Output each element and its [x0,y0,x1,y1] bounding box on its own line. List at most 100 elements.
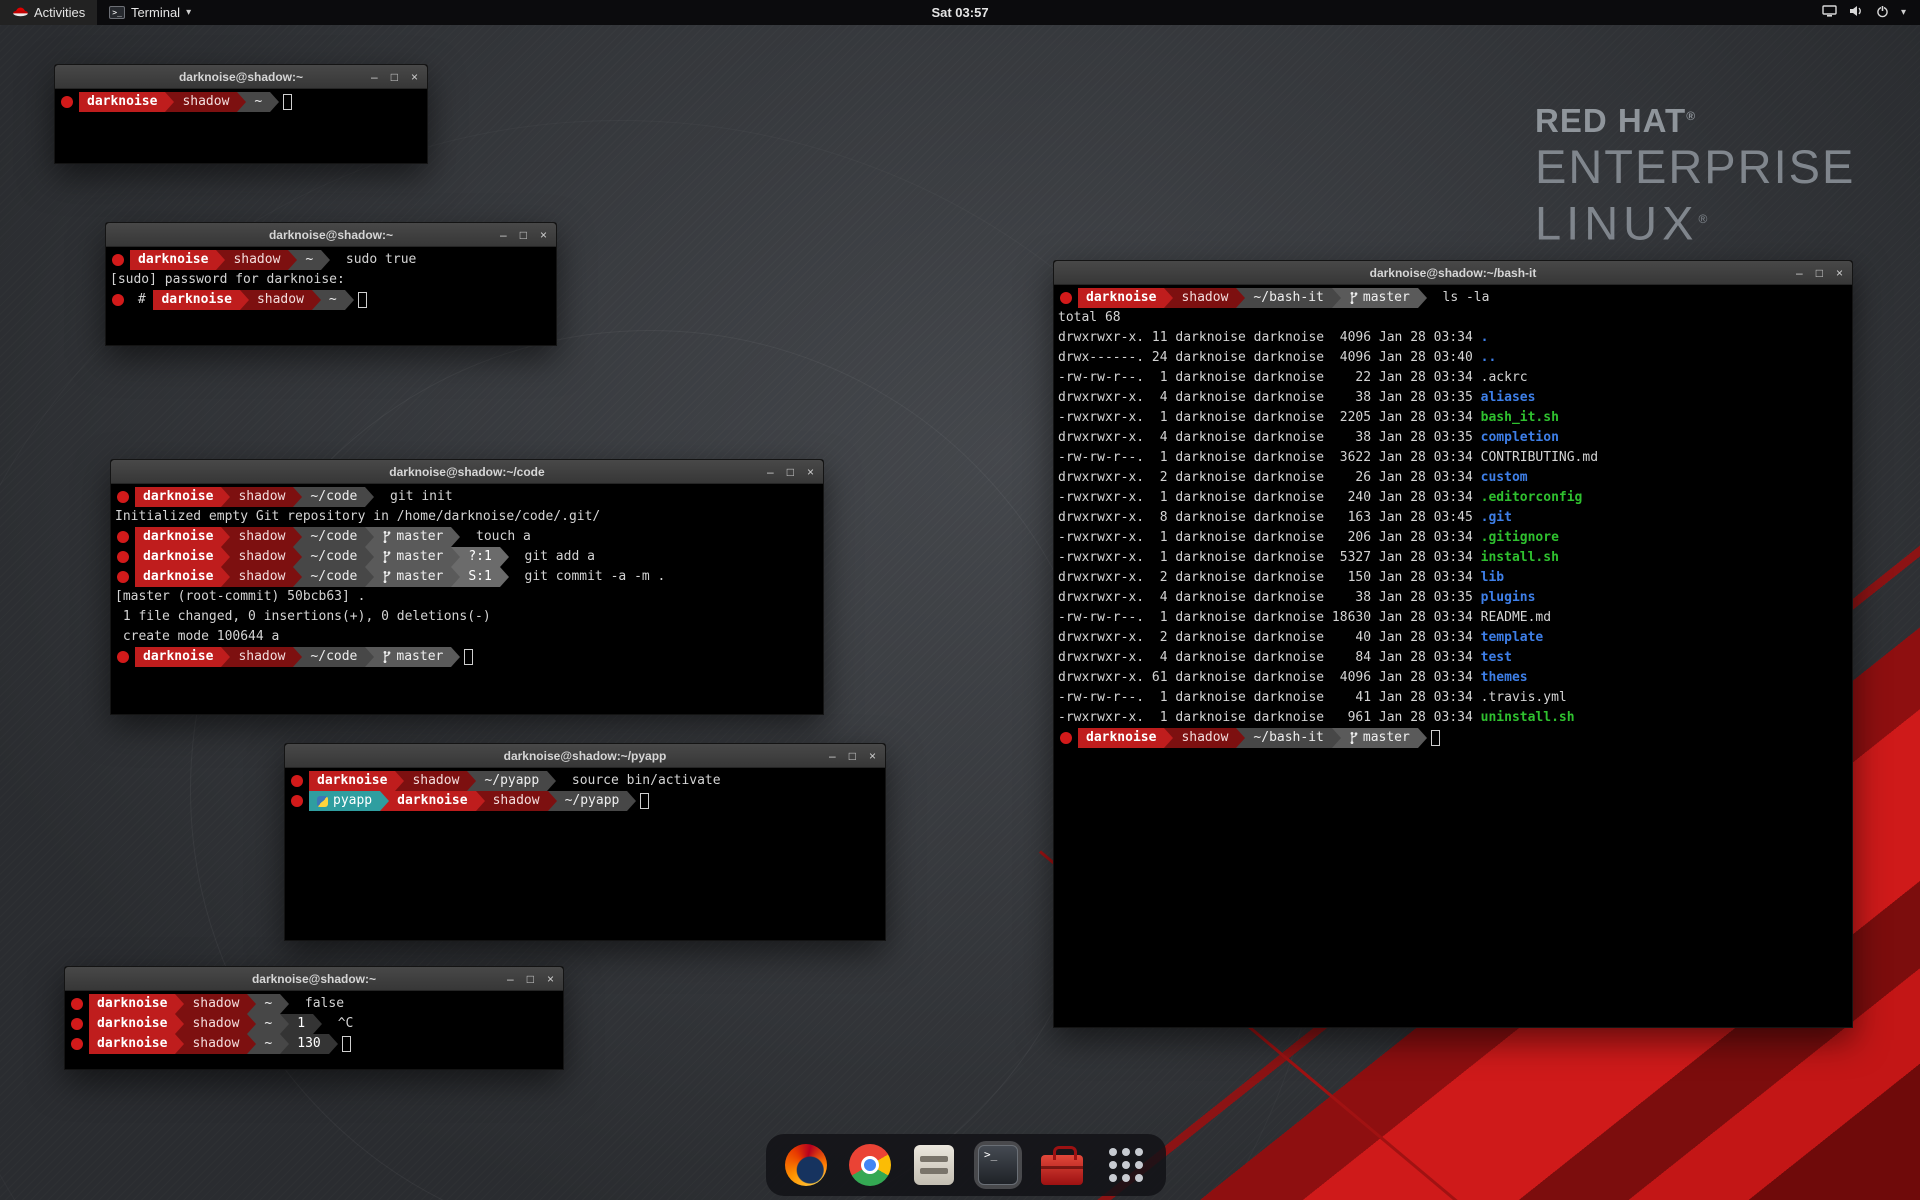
file-cabinet-icon [914,1145,954,1185]
prompt-path-segment: ~/code [302,527,365,547]
minimize-button[interactable]: – [507,973,514,985]
window-title: darknoise@shadow:~/pyapp [504,749,667,763]
terminal-text: .travis.yml [1481,688,1567,708]
firefox-logo-icon [785,1144,827,1186]
system-status-menu[interactable]: ▾ [1808,0,1920,25]
terminal-body[interactable]: darknoiseshadow~ sudo true[sudo] passwor… [106,247,556,313]
terminal-text: .gitignore [1481,528,1559,548]
terminal-body[interactable]: darknoiseshadow~/bash-itmaster ls -latot… [1054,285,1852,751]
firefox-launcher-icon[interactable] [782,1141,830,1189]
minimize-button[interactable]: – [371,71,378,83]
close-button[interactable]: × [869,750,876,762]
distro-icon [61,96,73,108]
terminal-text: git add a [509,547,595,567]
terminal-text: create mode 100644 a [115,627,279,647]
terminal-line: drwxrwxr-x. 2 darknoise darknoise 150 Ja… [1058,568,1848,588]
powerline-arrow-icon [221,647,230,667]
powerline-arrow-icon [1164,288,1173,308]
terminal-body[interactable]: darknoiseshadow~/code git initInitialize… [111,484,823,670]
powerline-arrow-icon [280,994,289,1014]
terminal-body[interactable]: darknoiseshadow~ falsedarknoiseshadow~1 … [65,991,563,1057]
window-titlebar[interactable]: darknoise@shadow:~–□× [55,65,427,89]
toolbox-launcher-icon[interactable] [1038,1141,1086,1189]
powerline-arrow-icon [1332,728,1341,748]
distro-icon [1060,732,1072,744]
git-branch-segment: master [1341,728,1418,748]
files-launcher-icon[interactable] [910,1141,958,1189]
window-titlebar[interactable]: darknoise@shadow:~ – □ × [106,223,556,247]
terminal-line: -rw-rw-r--. 1 darknoise darknoise 41 Jan… [1058,688,1848,708]
terminal-body[interactable]: darknoiseshadow~/pyapp source bin/activa… [285,768,885,814]
window-controls: – □ × [1796,261,1843,284]
terminal-text: lib [1481,568,1504,588]
git-branch-segment: master [374,547,451,567]
powerline-arrow-icon [313,1014,322,1034]
clock[interactable]: Sat 03:57 [931,5,988,20]
powerline-arrow-icon [1418,728,1427,748]
terminal-cursor [1431,730,1440,746]
terminal-text: -rwxrwxr-x. 1 darknoise darknoise 5327 J… [1058,548,1481,568]
app-menu-label: Terminal [131,5,180,20]
window-titlebar[interactable]: darknoise@shadow:~/bash-it–□× [1054,261,1852,285]
display-icon [1822,5,1837,20]
terminal-line: drwxrwxr-x. 2 darknoise darknoise 26 Jan… [1058,468,1848,488]
maximize-button[interactable]: □ [849,750,856,762]
grid-dot [1122,1174,1130,1182]
terminal-line: darknoiseshadow~ [59,92,423,112]
window-controls: – □ × [507,967,554,990]
window-controls: – □ × [767,460,814,483]
terminal-text: install.sh [1481,548,1559,568]
minimize-button[interactable]: – [1796,267,1803,279]
terminal-text: false [289,994,344,1014]
close-button[interactable]: × [547,973,554,985]
prompt-host-segment: shadow [230,647,293,667]
maximize-button[interactable]: □ [391,71,398,83]
chrome-launcher-icon[interactable] [846,1141,894,1189]
prompt-path-segment: ~ [297,250,321,270]
window-title: darknoise@shadow:~ [269,228,393,242]
powerline-arrow-icon [500,547,509,567]
prompt-user-segment: darknoise [135,487,221,507]
prompt-host-segment: shadow [485,791,548,811]
terminal-text: -rwxrwxr-x. 1 darknoise darknoise 240 Ja… [1058,488,1481,508]
app-menu-button[interactable]: >_ Terminal ▾ [97,0,203,25]
maximize-button[interactable]: □ [520,229,527,241]
terminal-line: drwx------. 24 darknoise darknoise 4096 … [1058,348,1848,368]
close-button[interactable]: × [540,229,547,241]
desktop[interactable]: RED HAT® ENTERPRISE LINUX® darknoise@sha… [0,0,1920,1200]
minimize-button[interactable]: – [829,750,836,762]
chrome-logo-icon [849,1144,891,1186]
prompt-host-segment: shadow [230,567,293,587]
powerline-arrow-icon [321,250,330,270]
window-titlebar[interactable]: darknoise@shadow:~–□× [65,967,563,991]
powerline-arrow-icon [451,647,460,667]
close-button[interactable]: × [1836,267,1843,279]
powerline-arrow-icon [365,567,374,587]
activities-button[interactable]: Activities [0,0,97,25]
window-layer: darknoise@shadow:~–□×darknoiseshadow~dar… [0,0,1920,1200]
distro-icon [117,571,129,583]
close-button[interactable]: × [807,466,814,478]
git-branch-segment: master [1341,288,1418,308]
close-button[interactable]: × [411,71,418,83]
terminal-text: -rwxrwxr-x. 1 darknoise darknoise 206 Ja… [1058,528,1481,548]
window-titlebar[interactable]: darknoise@shadow:~/code–□× [111,460,823,484]
maximize-button[interactable]: □ [527,973,534,985]
minimize-button[interactable]: – [767,466,774,478]
maximize-button[interactable]: □ [1816,267,1823,279]
terminal-launcher-icon[interactable]: >_ [974,1141,1022,1189]
window-titlebar[interactable]: darknoise@shadow:~/pyapp – □ × [285,744,885,768]
terminal-body[interactable]: darknoiseshadow~ [55,89,427,115]
minimize-button[interactable]: – [500,229,507,241]
powerline-arrow-icon [627,791,636,811]
terminal-line: darknoiseshadow~ sudo true [110,250,552,270]
app-grid-icon[interactable] [1102,1141,1150,1189]
powerline-arrow-icon [280,1034,289,1054]
powerline-arrow-icon [365,647,374,667]
terminal-text: source bin/activate [556,771,720,791]
terminal-line: 1 file changed, 0 insertions(+), 0 delet… [115,607,819,627]
terminal-text: drwxrwxr-x. 2 darknoise darknoise 26 Jan… [1058,468,1481,488]
distro-icon [291,795,303,807]
terminal-text: [master (root-commit) 50bcb63] . [115,587,365,607]
maximize-button[interactable]: □ [787,466,794,478]
